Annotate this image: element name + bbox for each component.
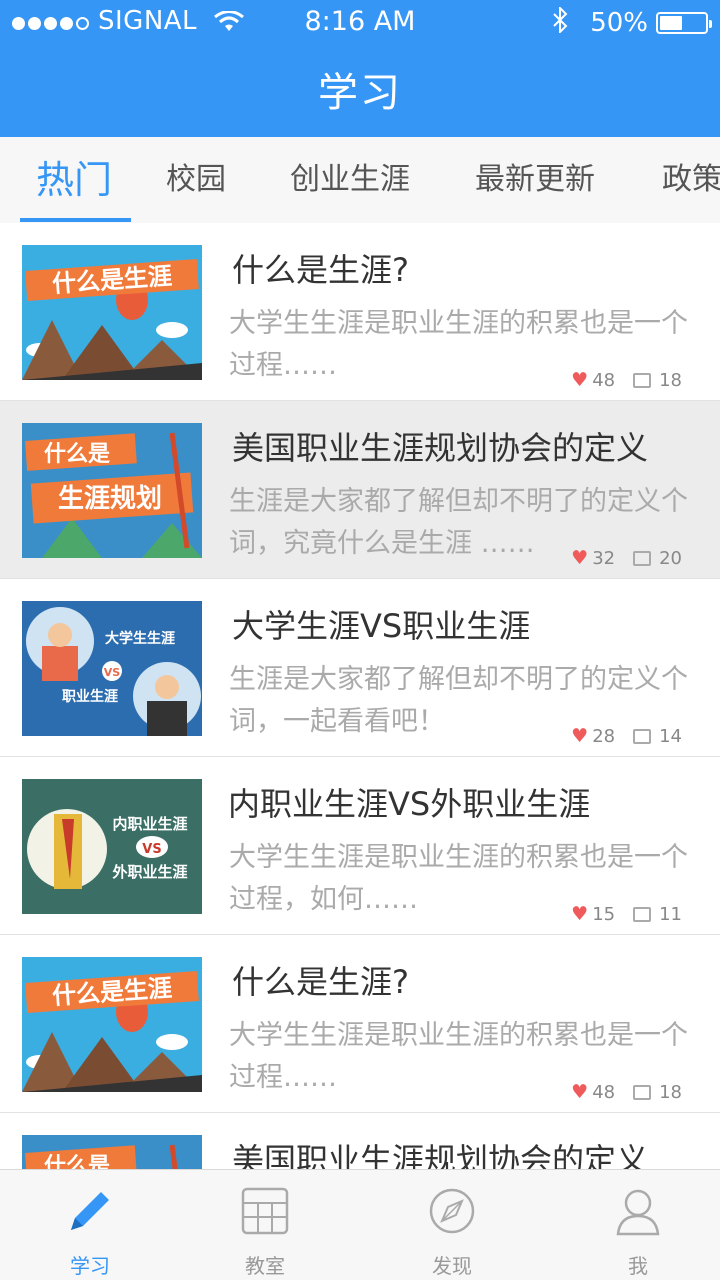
page-title: 学习 bbox=[318, 70, 402, 116]
list-item[interactable]: 什么是 美国职业生涯规划协会的定义 bbox=[0, 1113, 720, 1169]
like-icon: ♥ bbox=[571, 369, 589, 391]
list-item[interactable]: 大学生生涯 VS 职业生涯 大学生涯VS职业生涯 生涯是大家都了解但却不明了的定… bbox=[0, 579, 720, 757]
comment-icon bbox=[633, 906, 652, 922]
article-title: 什么是生涯? bbox=[232, 251, 409, 289]
like-count: 15 bbox=[592, 903, 616, 925]
comment-count: 18 bbox=[659, 369, 682, 391]
article-thumbnail: 什么是生涯 bbox=[22, 957, 202, 1092]
comment-count: 11 bbox=[659, 903, 682, 925]
thumb-text: 内职业生涯 bbox=[112, 815, 187, 833]
thumb-text: 外职业生涯 bbox=[111, 863, 187, 881]
article-stats: ♥ 32 20 bbox=[571, 547, 682, 569]
nav-study[interactable]: 学习 bbox=[0, 1170, 180, 1281]
like-count: 32 bbox=[592, 547, 616, 569]
category-tabs: 热门 校园 创业生涯 最新更新 政策 bbox=[0, 137, 720, 223]
compass-icon bbox=[429, 1188, 475, 1234]
article-title: 大学生涯VS职业生涯 bbox=[232, 607, 531, 645]
pencil-icon bbox=[71, 1192, 109, 1230]
comment-icon bbox=[633, 550, 652, 566]
article-title: 内职业生涯VS外职业生涯 bbox=[228, 785, 591, 823]
list-item[interactable]: 什么是 生涯规划 美国职业生涯规划协会的定义 生涯是大家都了解但却不明了的定义个… bbox=[0, 401, 720, 579]
comment-icon bbox=[633, 728, 652, 744]
like-count: 48 bbox=[592, 369, 616, 391]
thumb-text: VS bbox=[104, 666, 121, 679]
thumb-text: 大学生生涯 bbox=[105, 630, 175, 647]
thumb-text: 职业生涯 bbox=[62, 688, 118, 705]
comment-count: 14 bbox=[659, 725, 682, 747]
bluetooth-icon bbox=[552, 5, 568, 39]
nav-label: 学习 bbox=[70, 1254, 110, 1278]
tab-latest[interactable]: 最新更新 bbox=[475, 137, 595, 223]
status-bar: SIGNAL 8:16 AM 50% bbox=[0, 0, 720, 46]
top-bar: SIGNAL 8:16 AM 50% 学习 bbox=[0, 0, 720, 137]
battery-percent: 50% bbox=[590, 8, 648, 38]
nav-label: 教室 bbox=[245, 1254, 285, 1278]
article-title: 美国职业生涯规划协会的定义 bbox=[232, 429, 649, 467]
article-stats: ♥ 28 14 bbox=[571, 725, 682, 747]
like-icon: ♥ bbox=[571, 903, 589, 925]
thumb-text: 什么是 bbox=[44, 442, 110, 467]
article-list: 什么是生涯 什么是生涯? 大学生生涯是职业生涯的积累也是一个过程…… ♥ 48 1… bbox=[0, 223, 720, 1169]
nav-label: 发现 bbox=[432, 1254, 472, 1278]
article-thumbnail: 什么是 bbox=[22, 1135, 202, 1169]
article-stats: ♥ 15 11 bbox=[571, 903, 682, 925]
bottom-tab-bar: 学习 教室 发现 我 bbox=[0, 1169, 720, 1280]
tab-campus[interactable]: 校园 bbox=[166, 137, 226, 223]
nav-label: 我 bbox=[628, 1254, 648, 1278]
thumb-text: 什么是 bbox=[44, 1154, 110, 1169]
thumb-text: VS bbox=[142, 842, 161, 857]
nav-classroom[interactable]: 教室 bbox=[175, 1170, 355, 1281]
list-item[interactable]: 什么是生涯 什么是生涯? 大学生生涯是职业生涯的积累也是一个过程…… ♥ 48 1… bbox=[0, 935, 720, 1113]
active-tab-indicator bbox=[20, 218, 131, 222]
comment-icon bbox=[633, 1084, 652, 1100]
grid-icon bbox=[241, 1187, 289, 1235]
tab-entrepreneurship[interactable]: 创业生涯 bbox=[290, 137, 410, 223]
list-item[interactable]: 什么是生涯 什么是生涯? 大学生生涯是职业生涯的积累也是一个过程…… ♥ 48 1… bbox=[0, 223, 720, 401]
nav-discover[interactable]: 发现 bbox=[362, 1170, 542, 1281]
tab-policy[interactable]: 政策 bbox=[662, 137, 720, 223]
battery-area: 50% bbox=[552, 5, 712, 39]
article-thumbnail: 大学生生涯 VS 职业生涯 bbox=[22, 601, 202, 736]
like-count: 48 bbox=[592, 1081, 616, 1103]
comment-icon bbox=[633, 372, 652, 388]
comment-count: 20 bbox=[659, 547, 682, 569]
article-thumbnail: 什么是生涯 bbox=[22, 245, 202, 380]
battery-icon bbox=[656, 12, 712, 34]
article-title: 美国职业生涯规划协会的定义 bbox=[232, 1141, 649, 1169]
like-icon: ♥ bbox=[571, 725, 589, 747]
person-icon bbox=[616, 1189, 660, 1236]
article-thumbnail: 什么是 生涯规划 bbox=[22, 423, 202, 558]
like-icon: ♥ bbox=[571, 1081, 589, 1103]
article-stats: ♥ 48 18 bbox=[571, 369, 682, 391]
thumb-text: 生涯规划 bbox=[58, 484, 162, 514]
nav-me[interactable]: 我 bbox=[548, 1170, 720, 1281]
list-item[interactable]: 内职业生涯 VS 外职业生涯 内职业生涯VS外职业生涯 大学生生涯是职业生涯的积… bbox=[0, 757, 720, 935]
article-thumbnail: 内职业生涯 VS 外职业生涯 bbox=[22, 779, 202, 914]
like-count: 28 bbox=[592, 725, 616, 747]
comment-count: 18 bbox=[659, 1081, 682, 1103]
article-title: 什么是生涯? bbox=[232, 963, 409, 1001]
article-stats: ♥ 48 18 bbox=[571, 1081, 682, 1103]
tab-hot[interactable]: 热门 bbox=[36, 137, 112, 223]
like-icon: ♥ bbox=[571, 547, 589, 569]
